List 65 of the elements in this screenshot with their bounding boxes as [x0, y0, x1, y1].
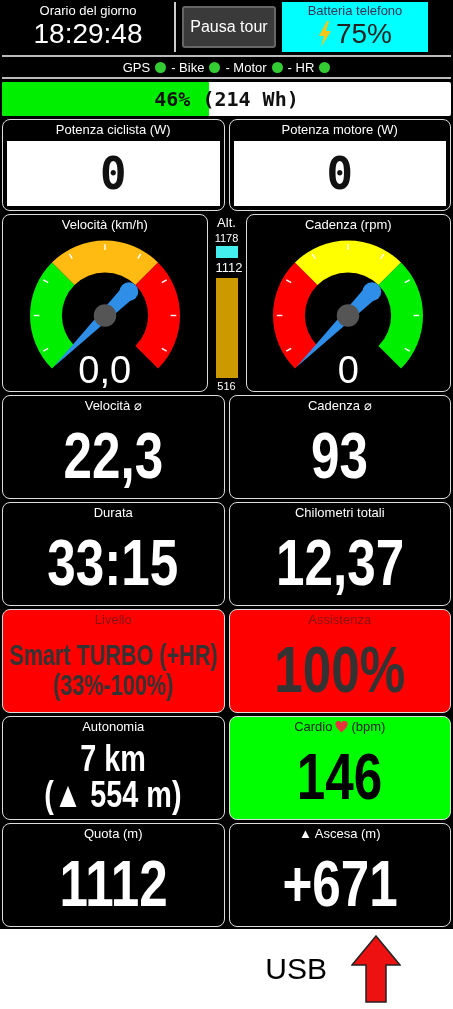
tile-unit: (bpm) — [351, 719, 386, 735]
tile-title: Velocità ⌀ — [84, 398, 142, 414]
tile-value: 7 km — [80, 741, 147, 777]
tile-title: Quota (m) — [84, 826, 143, 842]
clock-time: 18:29:48 — [33, 18, 143, 50]
tile-value: 12,37 — [275, 531, 404, 595]
tick-mark — [285, 347, 293, 352]
battery-title: Batteria telefono — [307, 4, 403, 19]
tile-value: (▲ 554 m) — [44, 777, 182, 813]
tick-mark — [42, 347, 49, 352]
tick-mark — [347, 243, 349, 251]
tick-mark — [404, 347, 411, 352]
tile-value: 146 — [297, 745, 383, 809]
connection-label: - Bike — [171, 59, 205, 75]
tile-title: Cardio — [294, 719, 333, 735]
tick-mark — [104, 243, 106, 251]
tile-title: Autonomia — [82, 719, 145, 735]
tick-mark — [42, 279, 49, 284]
altitude-remaining — [215, 246, 238, 258]
altitude-min: 516 — [217, 379, 236, 392]
tick-mark — [32, 314, 40, 317]
gauge-value: 0 — [336, 351, 360, 389]
power-value: 0 — [326, 148, 353, 199]
tile-value: +671 — [282, 852, 398, 916]
tick-mark — [404, 279, 411, 284]
tile-title: Potenza ciclista (W) — [55, 122, 171, 138]
tick-mark — [160, 279, 168, 284]
tile-title: ▲ Ascesa (m) — [299, 826, 381, 842]
pause-button[interactable]: Pausa tour — [182, 6, 276, 48]
tile-value: 1112 — [59, 852, 168, 916]
tick-mark — [285, 279, 293, 284]
power-value: 0 — [100, 148, 127, 199]
usb-label: USB — [265, 952, 327, 986]
tick-mark — [311, 253, 317, 260]
tick-mark — [380, 253, 385, 260]
tick-mark — [136, 253, 142, 260]
tile-value: Smart TURBO (+HR) — [9, 640, 218, 670]
tile-title: Cadenza ⌀ — [307, 398, 372, 414]
gauge-title: Velocità (km/h) — [61, 217, 148, 233]
tile-value: 93 — [311, 424, 369, 488]
tile-value: 33:15 — [47, 531, 179, 595]
tile-value: (33%-100%) — [53, 670, 174, 700]
tile-title: Durata — [93, 505, 133, 521]
connection-label: GPS — [122, 59, 151, 75]
altitude-label: Alt. — [217, 216, 236, 231]
tile-value: 22,3 — [63, 424, 164, 488]
tick-mark — [68, 253, 73, 260]
tick-mark — [169, 314, 177, 317]
battery-value: 75% — [335, 18, 392, 50]
gauge-value: 0,0 — [77, 351, 133, 389]
heart-icon — [335, 721, 349, 733]
up-arrow-icon — [351, 935, 401, 1003]
tile-title: Livello — [94, 612, 132, 628]
altitude-max: 1178 — [214, 232, 239, 245]
tile-title: Assistenza — [308, 612, 372, 628]
gauge-title: Cadenza (rpm) — [304, 217, 392, 233]
tick-mark — [276, 314, 284, 317]
tick-mark — [160, 347, 168, 352]
tile-title: Chilometri totali — [294, 505, 385, 521]
connection-label: - HR — [287, 59, 315, 75]
clock-title: Orario del giorno — [39, 4, 137, 19]
tick-mark — [413, 314, 421, 317]
tile-value: 100% — [274, 638, 406, 702]
tile-title: Potenza motore (W) — [281, 122, 398, 138]
connection-label: - Motor — [225, 59, 267, 75]
